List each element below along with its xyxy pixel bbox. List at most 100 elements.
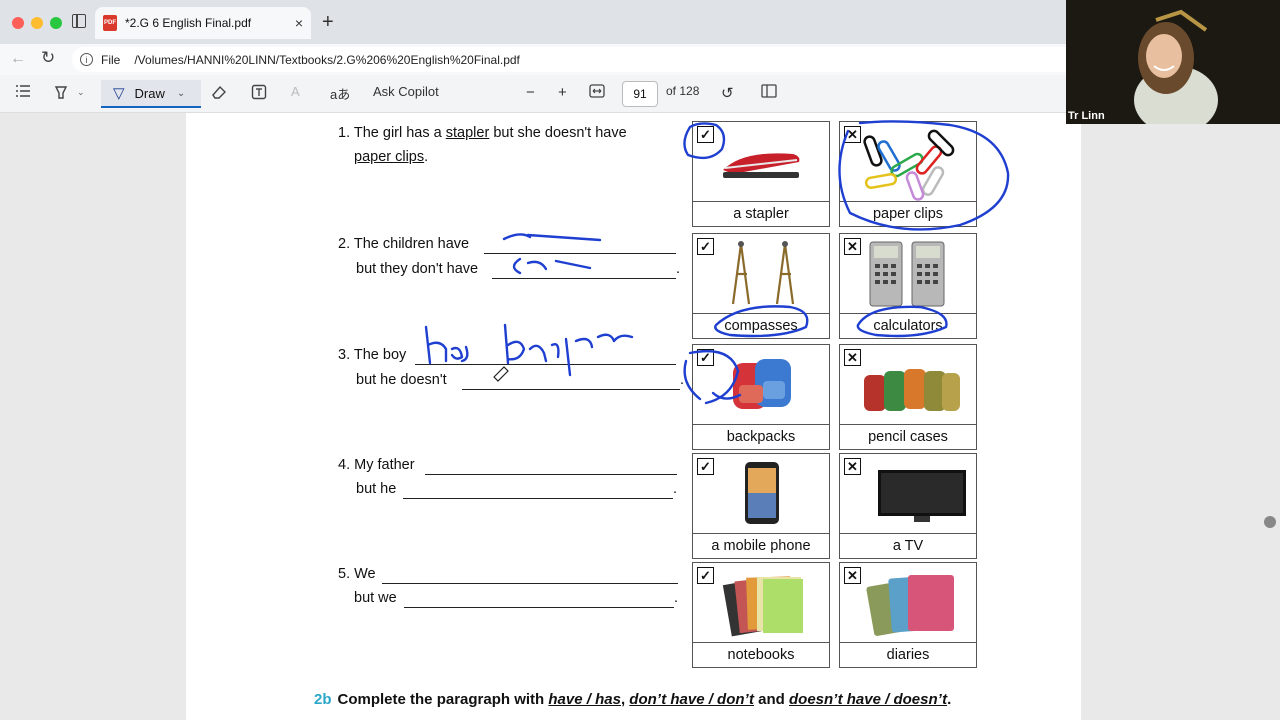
card-label: backpacks xyxy=(726,429,796,445)
pdf-page: 1. The girl has a stapler but she doesn'… xyxy=(186,113,1081,720)
picture-card-backpacks: ✓ backpacks xyxy=(692,344,830,450)
item-keyword: paper clips xyxy=(354,149,425,165)
address-bar[interactable]: i File /Volumes/HANNI%20LINN/Textbooks/2… xyxy=(72,47,1066,72)
compasses-image: ✓ xyxy=(693,234,829,314)
period: . xyxy=(676,261,681,277)
cross-mark-icon: ✕ xyxy=(844,349,861,366)
diaries-image: ✕ xyxy=(840,563,976,643)
check-mark-icon: ✓ xyxy=(697,349,714,366)
exercise-item-2: 2. The children have xyxy=(338,236,470,252)
calculators-image: ✕ xyxy=(840,234,976,314)
check-mark-icon: ✓ xyxy=(697,126,714,143)
info-icon[interactable]: i xyxy=(80,53,93,66)
card-label: calculators xyxy=(873,318,943,334)
url-scheme-label: File xyxy=(101,52,121,67)
cross-mark-icon: ✕ xyxy=(844,567,861,584)
minimize-window-button[interactable] xyxy=(31,17,43,29)
answer-line[interactable] xyxy=(484,253,676,254)
card-label: notebooks xyxy=(727,647,795,663)
item-text: 1. The girl has a xyxy=(338,125,442,141)
webcam-person-image xyxy=(1066,0,1280,124)
check-mark-icon: ✓ xyxy=(697,567,714,584)
exercise-item-3: 3. The boy xyxy=(338,347,407,363)
picture-card-diaries: ✕ diaries xyxy=(839,562,977,668)
section-text: Complete the paragraph with xyxy=(337,691,545,708)
section-text: , xyxy=(620,691,626,708)
picture-card-calculators: ✕ calculators xyxy=(839,233,977,339)
exercise-item-1: 1. The girl has a stapler but she doesn'… xyxy=(338,125,627,141)
period: . xyxy=(673,481,678,497)
cross-mark-icon: ✕ xyxy=(844,238,861,255)
answer-line[interactable] xyxy=(415,364,676,365)
draw-button[interactable]: ▽ Draw ⌄ xyxy=(101,80,201,108)
answer-line[interactable] xyxy=(404,607,674,608)
backpacks-image: ✓ xyxy=(693,345,829,425)
picture-card-pencil-cases: ✕ pencil cases xyxy=(839,344,977,450)
card-label: pencil cases xyxy=(868,429,948,445)
answer-line[interactable] xyxy=(425,474,677,475)
maximize-window-button[interactable] xyxy=(50,17,62,29)
exercise-item-4: 4. My father xyxy=(338,457,415,473)
page-number-input[interactable]: 91 xyxy=(622,81,658,107)
period: . xyxy=(680,372,685,388)
webcam-name-label: Tr Linn xyxy=(1068,110,1105,122)
check-mark-icon: ✓ xyxy=(697,238,714,255)
pencil-cases-image: ✕ xyxy=(840,345,976,425)
tab-pdf[interactable]: PDF *2.G 6 English Final.pdf × xyxy=(95,7,311,39)
chevron-down-icon[interactable]: ⌄ xyxy=(77,87,85,98)
tv-image: ✕ xyxy=(840,454,976,534)
tab-title: *2.G 6 English Final.pdf xyxy=(125,16,252,30)
chevron-down-icon[interactable]: ⌄ xyxy=(177,88,185,99)
answer-line[interactable] xyxy=(492,278,676,279)
answer-line[interactable] xyxy=(382,583,678,584)
read-aloud-icon[interactable]: aあ xyxy=(330,84,350,103)
webcam-video: Tr Linn xyxy=(1066,0,1280,124)
contents-icon[interactable] xyxy=(15,84,31,98)
address-bar-row: ← ↻ i File /Volumes/HANNI%20LINN/Textboo… xyxy=(0,44,1066,75)
close-window-button[interactable] xyxy=(12,17,24,29)
exercise-item-3-line2: but he doesn't xyxy=(356,372,447,388)
sidebar-toggle-icon[interactable] xyxy=(72,14,86,28)
text-box-icon[interactable] xyxy=(251,84,267,100)
stapler-image: ✓ xyxy=(693,122,829,202)
picture-card-stapler: ✓ a stapler xyxy=(692,121,830,227)
option-text: have / has xyxy=(548,691,621,708)
period: . xyxy=(674,590,679,606)
paper-clips-image: ✕ xyxy=(840,122,976,202)
option-text: don’t have / don’t xyxy=(629,691,754,708)
check-mark-icon: ✓ xyxy=(697,458,714,475)
ask-copilot-button[interactable]: Ask Copilot xyxy=(373,84,439,99)
item-text: . xyxy=(424,149,429,165)
reload-icon[interactable]: ↻ xyxy=(41,48,55,68)
item-text: but she doesn't have xyxy=(493,125,627,141)
zoom-in-button[interactable]: + xyxy=(558,84,567,101)
new-tab-button[interactable]: + xyxy=(322,12,334,32)
text-format-icon[interactable]: A xyxy=(291,84,300,99)
exercise-item-4-line2: but he xyxy=(356,481,397,497)
fit-width-icon[interactable] xyxy=(589,84,605,98)
answer-line[interactable] xyxy=(462,389,680,390)
draw-label: Draw xyxy=(134,85,165,101)
picture-card-notebooks: ✓ notebooks xyxy=(692,562,830,668)
tab-close-button[interactable]: × xyxy=(295,15,303,31)
highlight-icon[interactable]: ⌄ xyxy=(53,84,85,100)
eraser-icon[interactable] xyxy=(211,84,227,100)
card-label: a mobile phone xyxy=(711,538,811,554)
back-arrow-icon[interactable]: ← xyxy=(10,50,26,68)
tab-bar: PDF *2.G 6 English Final.pdf × + xyxy=(0,0,1066,44)
rotate-icon[interactable]: ↺ xyxy=(721,84,734,102)
exercise-item-5-line2: but we xyxy=(354,590,397,606)
page-view-icon[interactable] xyxy=(761,84,777,98)
notebooks-image: ✓ xyxy=(693,563,829,643)
scrollbar-thumb[interactable] xyxy=(1264,516,1276,528)
exercise-item-2-line2: but they don't have xyxy=(356,261,479,277)
card-label: paper clips xyxy=(872,206,944,222)
answer-line[interactable] xyxy=(403,498,673,499)
card-label: a stapler xyxy=(733,206,789,222)
zoom-out-button[interactable]: − xyxy=(526,84,535,101)
pdf-toolbar: ⌄ ▽ Draw ⌄ A aあ Ask Copilot − + 91 of 12… xyxy=(0,75,1066,113)
section-text: and xyxy=(758,691,785,708)
url-text[interactable]: /Volumes/HANNI%20LINN/Textbooks/2.G%206%… xyxy=(134,53,520,67)
draw-pen-icon: ▽ xyxy=(113,85,125,102)
pdf-viewport[interactable]: 1. The girl has a stapler but she doesn'… xyxy=(0,113,1280,720)
